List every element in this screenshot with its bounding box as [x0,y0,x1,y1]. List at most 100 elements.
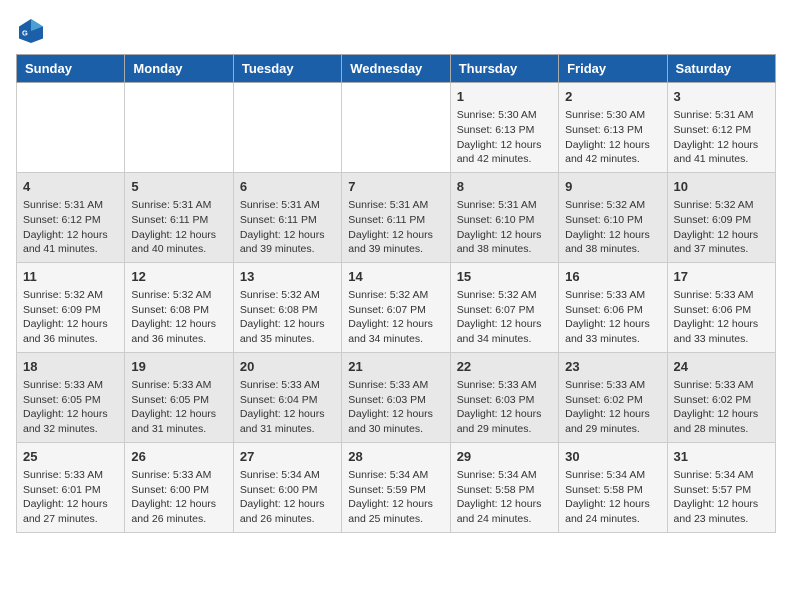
day-info: and 41 minutes. [674,152,769,167]
day-info: Sunset: 6:09 PM [23,303,118,318]
day-info: Daylight: 12 hours [348,497,443,512]
day-info: Sunrise: 5:34 AM [240,468,335,483]
day-info: Sunrise: 5:33 AM [131,378,226,393]
day-number: 26 [131,448,226,466]
day-info: and 42 minutes. [457,152,552,167]
day-info: and 35 minutes. [240,332,335,347]
day-info: Sunrise: 5:32 AM [348,288,443,303]
calendar-cell: 26Sunrise: 5:33 AMSunset: 6:00 PMDayligh… [125,442,233,532]
day-number: 29 [457,448,552,466]
day-info: Sunrise: 5:34 AM [565,468,660,483]
calendar-cell: 11Sunrise: 5:32 AMSunset: 6:09 PMDayligh… [17,262,125,352]
calendar-header: SundayMondayTuesdayWednesdayThursdayFrid… [17,55,776,83]
day-info: Sunrise: 5:34 AM [348,468,443,483]
day-info: Sunset: 6:06 PM [565,303,660,318]
day-info: and 32 minutes. [23,422,118,437]
day-info: Daylight: 12 hours [348,407,443,422]
header-row: SundayMondayTuesdayWednesdayThursdayFrid… [17,55,776,83]
day-info: Sunset: 6:03 PM [457,393,552,408]
calendar-cell: 13Sunrise: 5:32 AMSunset: 6:08 PMDayligh… [233,262,341,352]
day-info: and 24 minutes. [565,512,660,527]
day-info: Sunset: 6:07 PM [457,303,552,318]
day-info: Sunrise: 5:33 AM [348,378,443,393]
day-info: and 39 minutes. [348,242,443,257]
calendar-cell [233,83,341,173]
calendar-cell: 18Sunrise: 5:33 AMSunset: 6:05 PMDayligh… [17,352,125,442]
day-info: Sunset: 6:05 PM [23,393,118,408]
day-info: and 31 minutes. [131,422,226,437]
day-number: 18 [23,358,118,376]
day-info: Daylight: 12 hours [674,228,769,243]
calendar-cell: 5Sunrise: 5:31 AMSunset: 6:11 PMDaylight… [125,172,233,262]
day-info: Sunset: 5:59 PM [348,483,443,498]
calendar-body: 1Sunrise: 5:30 AMSunset: 6:13 PMDaylight… [17,83,776,533]
day-info: Daylight: 12 hours [131,317,226,332]
day-info: Sunrise: 5:33 AM [23,378,118,393]
day-info: and 30 minutes. [348,422,443,437]
day-number: 17 [674,268,769,286]
day-info: Sunrise: 5:31 AM [457,198,552,213]
day-info: Sunrise: 5:32 AM [23,288,118,303]
header-day-tuesday: Tuesday [233,55,341,83]
day-info: and 31 minutes. [240,422,335,437]
day-info: Sunset: 6:05 PM [131,393,226,408]
week-row-3: 18Sunrise: 5:33 AMSunset: 6:05 PMDayligh… [17,352,776,442]
day-number: 9 [565,178,660,196]
calendar-cell: 31Sunrise: 5:34 AMSunset: 5:57 PMDayligh… [667,442,775,532]
day-number: 30 [565,448,660,466]
calendar-cell: 27Sunrise: 5:34 AMSunset: 6:00 PMDayligh… [233,442,341,532]
day-info: Sunrise: 5:34 AM [457,468,552,483]
day-info: Sunrise: 5:31 AM [348,198,443,213]
day-info: Daylight: 12 hours [457,407,552,422]
calendar-cell: 17Sunrise: 5:33 AMSunset: 6:06 PMDayligh… [667,262,775,352]
day-info: and 29 minutes. [457,422,552,437]
calendar-cell [17,83,125,173]
day-number: 23 [565,358,660,376]
calendar-cell: 28 Sunrise: 5:34 AMSunset: 5:59 PMDayligh… [342,442,450,532]
day-info: Sunset: 6:09 PM [674,213,769,228]
day-number: 4 [23,178,118,196]
day-number: 5 [131,178,226,196]
day-info: Daylight: 12 hours [565,138,660,153]
calendar-cell: 29Sunrise: 5:34 AMSunset: 5:58 PMDayligh… [450,442,558,532]
day-info: Sunrise: 5:32 AM [131,288,226,303]
day-info: Daylight: 12 hours [23,497,118,512]
day-info: Daylight: 12 hours [674,317,769,332]
day-info: Sunrise: 5:33 AM [565,288,660,303]
day-info: Sunset: 6:02 PM [674,393,769,408]
day-info: and 33 minutes. [674,332,769,347]
day-info: Sunrise: 5:33 AM [674,378,769,393]
calendar-cell: 1Sunrise: 5:30 AMSunset: 6:13 PMDaylight… [450,83,558,173]
day-info: Sunset: 6:00 PM [131,483,226,498]
day-info: Sunrise: 5:33 AM [457,378,552,393]
day-number: 14 [348,268,443,286]
day-info: Sunrise: 5:33 AM [23,468,118,483]
day-info: Sunset: 6:13 PM [457,123,552,138]
day-info: and 26 minutes. [131,512,226,527]
header-day-thursday: Thursday [450,55,558,83]
day-info: Sunset: 6:07 PM [348,303,443,318]
day-info: and 23 minutes. [674,512,769,527]
day-number: 7 [348,178,443,196]
day-info: Daylight: 12 hours [565,497,660,512]
day-info: and 24 minutes. [457,512,552,527]
day-info: Daylight: 12 hours [674,407,769,422]
day-info: Daylight: 12 hours [23,317,118,332]
day-info: Daylight: 12 hours [457,228,552,243]
day-info: Sunset: 6:06 PM [674,303,769,318]
day-info: Sunrise: 5:34 AM [674,468,769,483]
day-info: Sunrise: 5:31 AM [131,198,226,213]
header-day-monday: Monday [125,55,233,83]
day-info: Sunset: 6:01 PM [23,483,118,498]
day-info: Daylight: 12 hours [131,407,226,422]
day-info: and 29 minutes. [565,422,660,437]
calendar-cell: 23Sunrise: 5:33 AMSunset: 6:02 PMDayligh… [559,352,667,442]
day-info: Sunset: 6:11 PM [131,213,226,228]
day-info: Sunrise: 5:32 AM [240,288,335,303]
day-info: and 27 minutes. [23,512,118,527]
day-number: 6 [240,178,335,196]
calendar-cell: 7Sunrise: 5:31 AMSunset: 6:11 PMDaylight… [342,172,450,262]
day-number: 28 [348,448,443,466]
day-info: and 33 minutes. [565,332,660,347]
day-info: Sunset: 6:11 PM [348,213,443,228]
